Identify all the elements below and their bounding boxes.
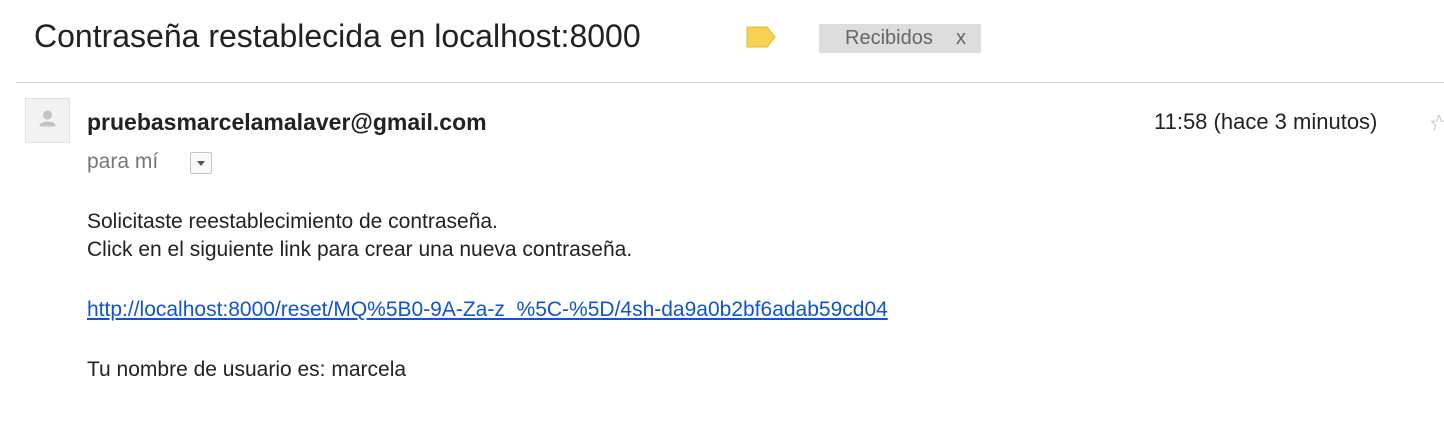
header-divider bbox=[16, 82, 1444, 83]
recipient-label: para mí bbox=[87, 150, 159, 173]
sender-email[interactable]: pruebasmarcelamalaver@gmail.com bbox=[87, 109, 487, 135]
chevron-down-icon bbox=[197, 161, 205, 166]
importance-marker-icon[interactable] bbox=[746, 26, 776, 48]
body-line-username: Tu nombre de usuario es: marcela bbox=[87, 358, 407, 381]
label-name: Recibidos bbox=[845, 27, 933, 49]
sender-avatar bbox=[25, 98, 70, 143]
recipient-details-button[interactable] bbox=[190, 152, 212, 174]
email-subject: Contraseña restablecida en localhost:800… bbox=[34, 18, 641, 54]
body-line-instruction: Click en el siguiente link para crear un… bbox=[87, 238, 633, 261]
reset-password-link[interactable]: http://localhost:8000/reset/MQ%5B0-9A-Za… bbox=[87, 297, 888, 323]
person-icon bbox=[39, 110, 56, 127]
remove-label-button[interactable]: x bbox=[956, 27, 966, 50]
body-line-request: Solicitaste reestablecimiento de contras… bbox=[87, 210, 498, 233]
message-timestamp: 11:58 (hace 3 minutos) bbox=[1154, 109, 1378, 134]
star-icon[interactable] bbox=[1431, 112, 1444, 134]
inbox-label-chip: Recibidos x bbox=[819, 24, 981, 53]
